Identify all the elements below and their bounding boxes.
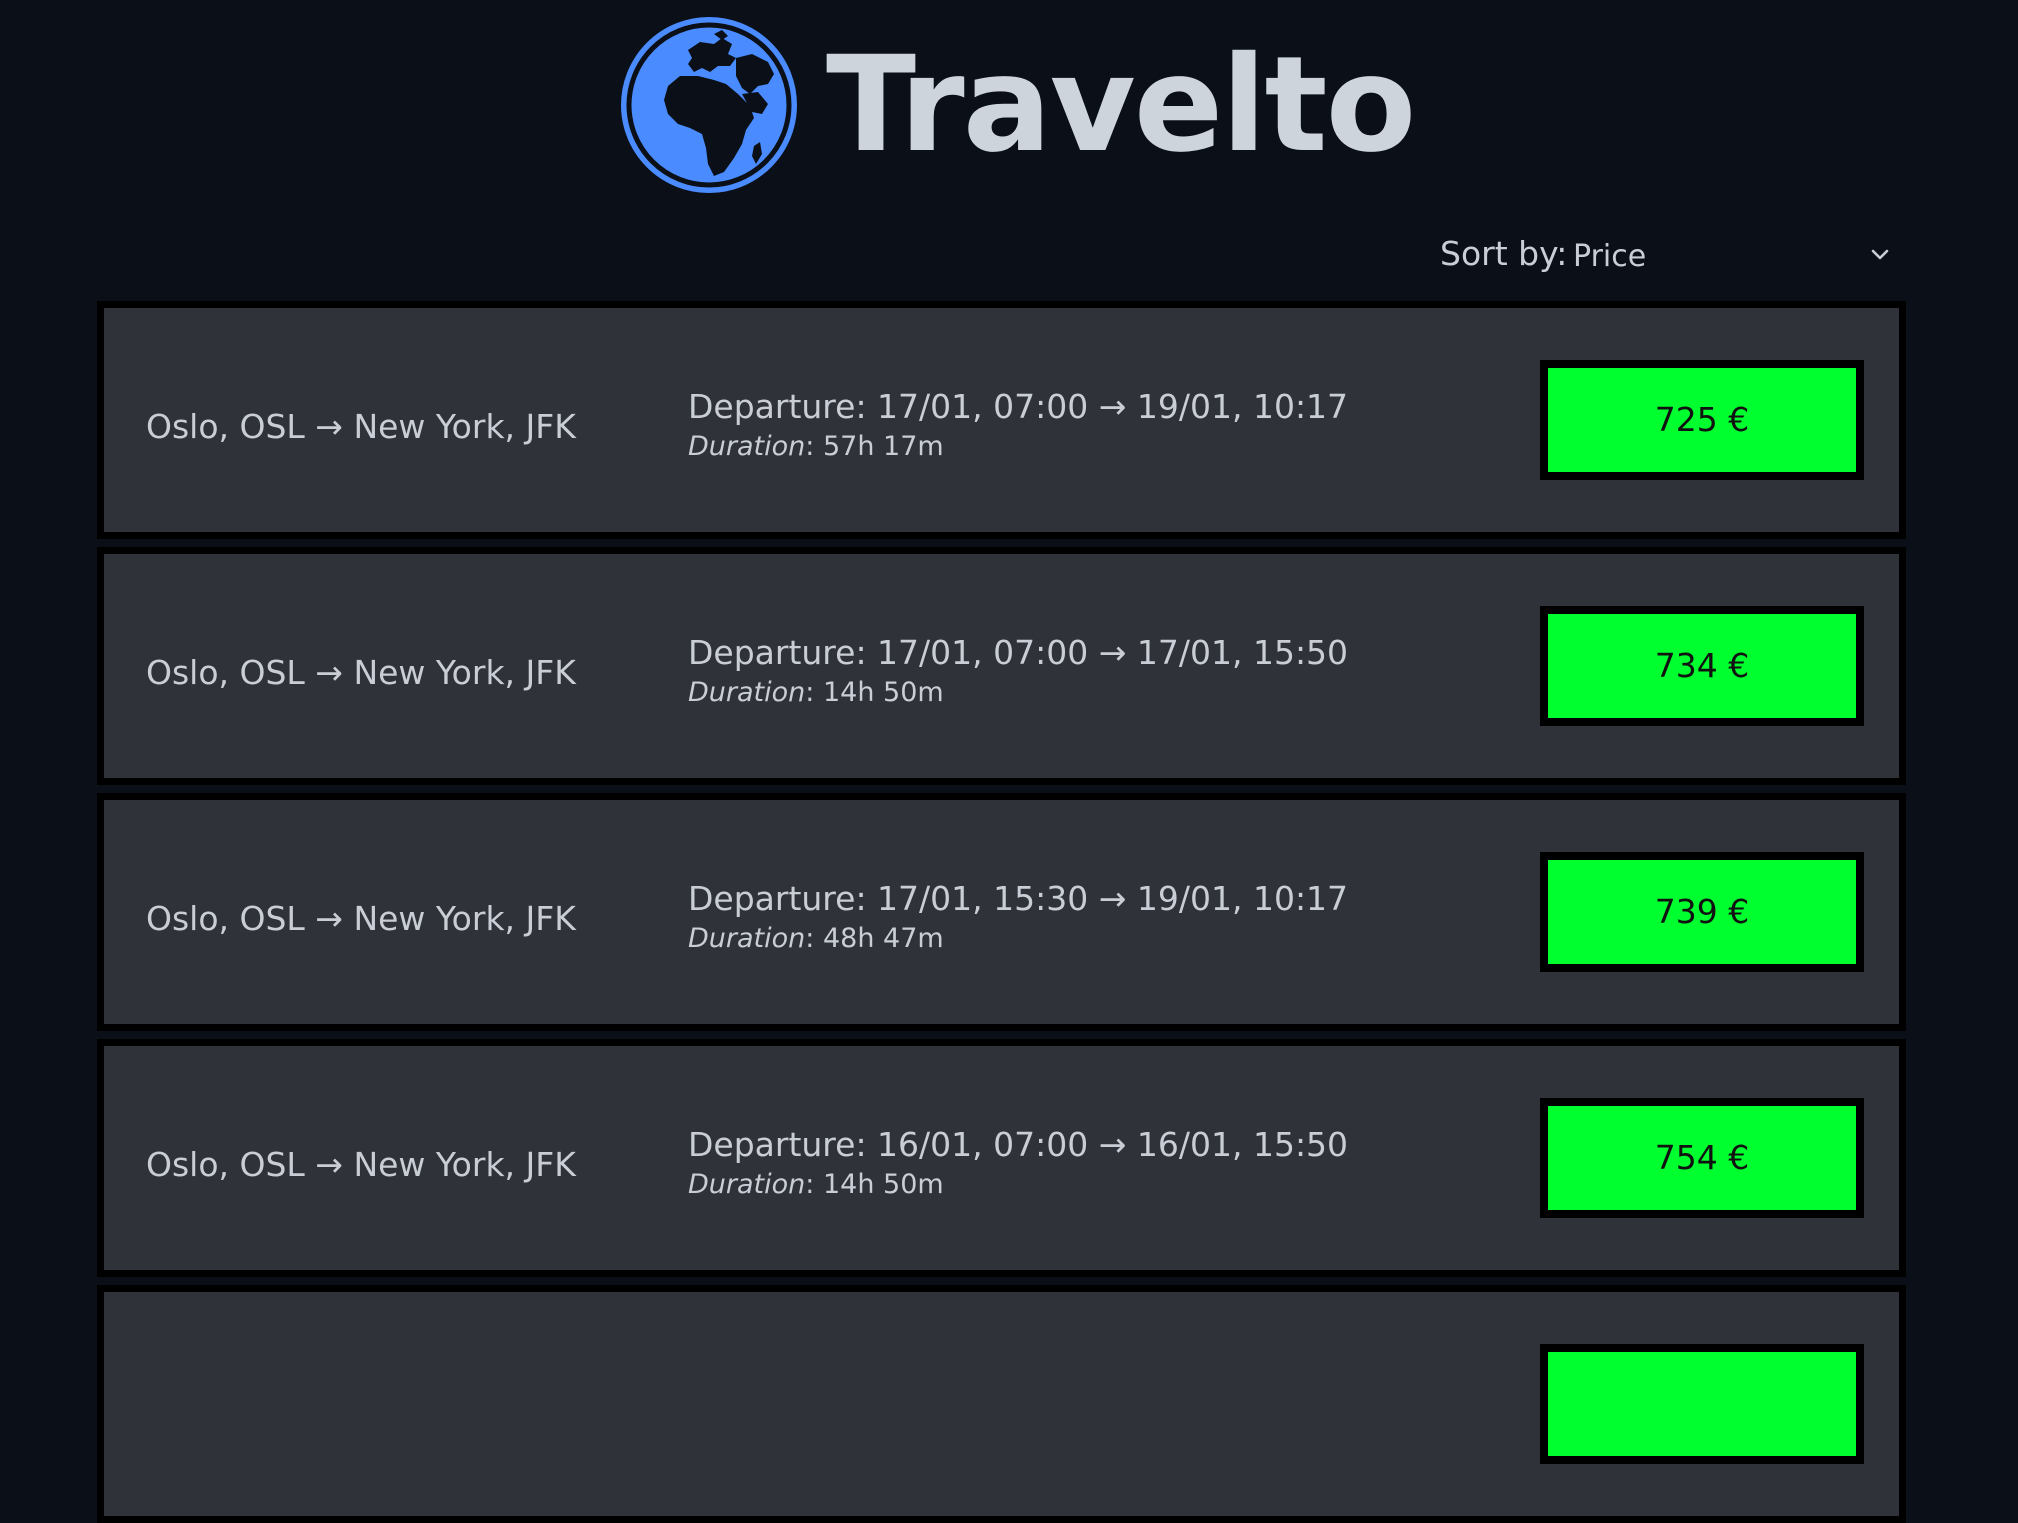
sort-dropdown[interactable]: Sort by: Price — [1440, 228, 1908, 280]
flight-departure: Departure: 17/01, 07:00 → 19/01, 10:17 — [688, 387, 1349, 426]
duration-label: Duration — [688, 677, 806, 708]
flight-duration: Duration: 57h 17m — [688, 430, 944, 464]
flight-duration: Duration: 14h 50m — [688, 676, 944, 710]
duration-label: Duration — [688, 1169, 806, 1200]
flight-card[interactable]: Oslo, OSL → New York, JFK Departure: 16/… — [97, 1039, 1906, 1277]
flight-card[interactable] — [97, 1285, 1906, 1523]
flight-departure: Departure: 16/01, 07:00 → 16/01, 15:50 — [688, 1125, 1349, 1164]
duration-value: : 48h 47m — [805, 923, 944, 954]
price-button[interactable]: 754 € — [1540, 1098, 1864, 1218]
flight-route: Oslo, OSL → New York, JFK — [146, 407, 576, 446]
flight-duration: Duration: 14h 50m — [688, 1168, 944, 1202]
brand-logo-text: Travelto — [826, 28, 1416, 182]
price-button[interactable]: 725 € — [1540, 360, 1864, 480]
price-button[interactable] — [1540, 1344, 1864, 1464]
flight-duration: Duration: 48h 47m — [688, 922, 944, 956]
sort-label: Sort by: — [1440, 234, 1568, 273]
price-button[interactable]: 734 € — [1540, 606, 1864, 726]
duration-label: Duration — [688, 923, 806, 954]
header: Travelto — [0, 0, 2018, 210]
duration-value: : 57h 17m — [805, 431, 944, 462]
flight-departure: Departure: 17/01, 15:30 → 19/01, 10:17 — [688, 879, 1349, 918]
duration-label: Duration — [688, 431, 806, 462]
flight-route: Oslo, OSL → New York, JFK — [146, 1145, 576, 1184]
sort-selected-value[interactable]: Price — [1573, 237, 1646, 277]
price-button[interactable]: 739 € — [1540, 852, 1864, 972]
flight-card[interactable]: Oslo, OSL → New York, JFK Departure: 17/… — [97, 301, 1906, 539]
flight-departure: Departure: 17/01, 07:00 → 17/01, 15:50 — [688, 633, 1349, 672]
flight-route: Oslo, OSL → New York, JFK — [146, 899, 576, 938]
globe-icon — [618, 14, 800, 196]
duration-value: : 14h 50m — [805, 677, 944, 708]
flight-card[interactable]: Oslo, OSL → New York, JFK Departure: 17/… — [97, 793, 1906, 1031]
flight-card[interactable]: Oslo, OSL → New York, JFK Departure: 17/… — [97, 547, 1906, 785]
chevron-down-icon[interactable] — [1868, 242, 1892, 266]
flight-route: Oslo, OSL → New York, JFK — [146, 653, 576, 692]
duration-value: : 14h 50m — [805, 1169, 944, 1200]
